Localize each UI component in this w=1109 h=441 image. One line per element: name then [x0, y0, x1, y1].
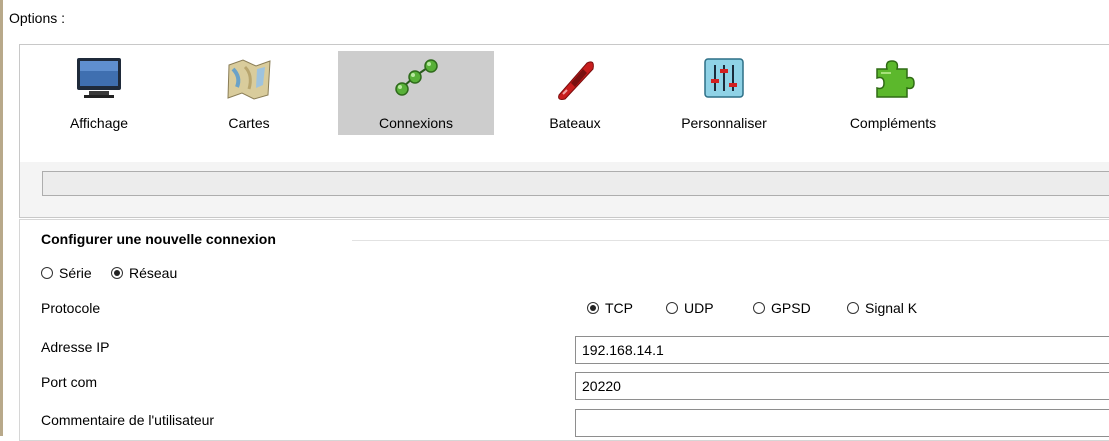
port-label: Port com — [41, 374, 98, 390]
sub-tab-strip — [19, 162, 1109, 218]
protocol-label: Protocole — [41, 300, 101, 316]
radio-gpsd-label: GPSD — [771, 300, 811, 316]
comment-label: Commentaire de l'utilisateur — [41, 412, 215, 428]
comment-field[interactable] — [575, 409, 1109, 437]
tab-personnaliser-label: Personnaliser — [681, 115, 767, 131]
radio-serie[interactable]: Série — [41, 265, 92, 281]
tab-complements-label: Compléments — [849, 115, 937, 131]
radio-serie-indicator — [41, 267, 53, 279]
groupbox-divider — [352, 240, 1109, 241]
radio-udp-label: UDP — [684, 300, 714, 316]
monitor-icon — [77, 58, 121, 98]
radio-tcp-indicator — [587, 302, 599, 314]
tab-cartes[interactable]: Cartes — [190, 51, 308, 135]
ip-address-label: Adresse IP — [41, 339, 110, 355]
radio-reseau[interactable]: Réseau — [111, 265, 177, 281]
tab-affichage[interactable]: Affichage — [40, 51, 158, 135]
tab-connexions-label: Connexions — [379, 115, 453, 131]
new-connection-title: Configurer une nouvelle connexion — [41, 231, 276, 247]
radio-udp-indicator — [666, 302, 678, 314]
tab-complements[interactable]: Compléments — [828, 51, 958, 135]
tab-personnaliser[interactable]: Personnaliser — [650, 51, 798, 135]
radio-gpsd-indicator — [753, 302, 765, 314]
tab-bateaux[interactable]: Bateaux — [525, 51, 625, 135]
tab-affichage-label: Affichage — [69, 115, 129, 131]
radio-signal-k[interactable]: Signal K — [847, 300, 917, 316]
puzzle-icon — [876, 60, 915, 98]
tab-bateaux-label: Bateaux — [549, 115, 601, 131]
radio-serie-label: Série — [59, 265, 92, 281]
window-title: Options : — [9, 10, 66, 26]
connections-icon — [395, 59, 438, 96]
chart-map-icon — [227, 59, 271, 100]
sliders-icon — [704, 58, 744, 98]
sub-tab-bar[interactable] — [42, 171, 1109, 196]
port-field[interactable]: 20220 — [575, 372, 1109, 400]
radio-udp[interactable]: UDP — [666, 300, 714, 316]
radio-reseau-indicator — [111, 267, 123, 279]
window-left-border — [0, 0, 3, 436]
options-toolbar: Affichage Cartes Connexions Bateaux Pers… — [19, 44, 1109, 164]
boat-icon — [558, 61, 594, 100]
radio-signal-k-label: Signal K — [865, 300, 918, 316]
tab-cartes-label: Cartes — [228, 115, 270, 131]
new-connection-panel: Configurer une nouvelle connexion Série … — [19, 219, 1109, 441]
radio-reseau-label: Réseau — [129, 265, 178, 281]
radio-tcp[interactable]: TCP — [587, 300, 633, 316]
tab-connexions[interactable]: Connexions — [338, 51, 494, 135]
radio-signal-k-indicator — [847, 302, 859, 314]
radio-tcp-label: TCP — [605, 300, 633, 316]
ip-address-field[interactable]: 192.168.14.1 — [575, 336, 1109, 364]
radio-gpsd[interactable]: GPSD — [753, 300, 811, 316]
